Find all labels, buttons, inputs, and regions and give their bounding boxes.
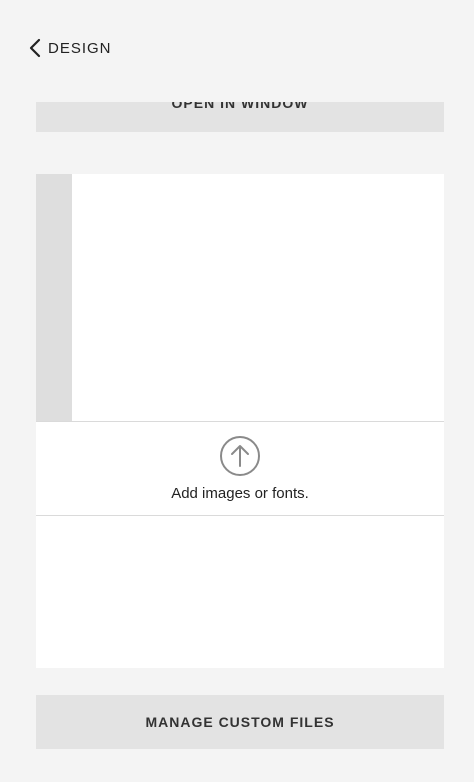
upload-arrow-icon [219, 435, 261, 477]
upload-dropzone[interactable]: Add images or fonts. [36, 421, 444, 516]
upload-label: Add images or fonts. [171, 485, 309, 502]
scrollbar-track[interactable] [36, 174, 72, 421]
design-panel: DESIGN OPEN IN WINDOW Add images or font… [0, 0, 474, 782]
back-to-design-button[interactable]: DESIGN [28, 36, 112, 60]
chevron-left-icon [28, 37, 42, 59]
manage-custom-files-button[interactable]: MANAGE CUSTOM FILES [36, 695, 444, 749]
open-in-window-label: OPEN IN WINDOW [171, 102, 309, 111]
back-label: DESIGN [48, 39, 112, 57]
open-in-window-button[interactable]: OPEN IN WINDOW [36, 102, 444, 132]
custom-files-card: Add images or fonts. [36, 174, 444, 668]
manage-custom-files-label: MANAGE CUSTOM FILES [145, 714, 335, 730]
